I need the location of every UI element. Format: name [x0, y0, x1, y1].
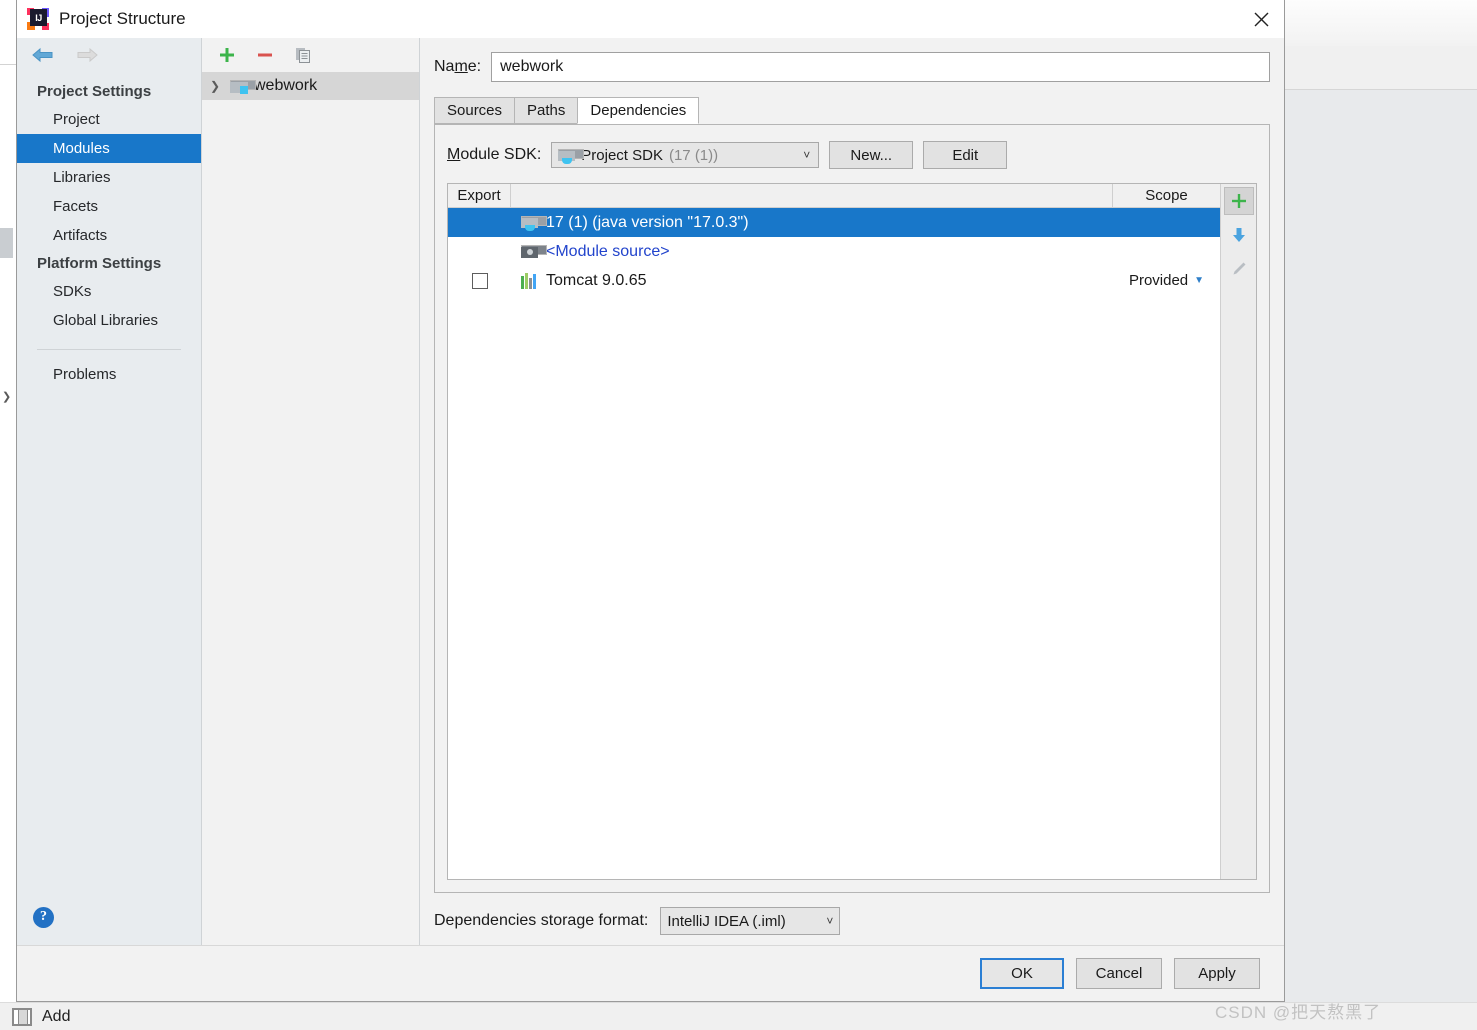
tree-node-label: webwork [254, 77, 318, 94]
module-tabs: Sources Paths Dependencies [434, 97, 1270, 125]
settings-sidebar: Project Settings Project Modules Librari… [17, 38, 202, 945]
module-sdk-row: Module SDK: Project SDK (17 (1)) ˅ New..… [435, 125, 1269, 183]
sidebar-item-project[interactable]: Project [17, 105, 201, 134]
module-source-icon [521, 244, 547, 259]
row-name-cell: 17 (1) (java version "17.0.3") [511, 214, 1113, 232]
module-sdk-label: Module SDK: [447, 146, 542, 163]
sidebar-divider [37, 349, 181, 350]
chevron-down-icon: ˅ [803, 148, 811, 162]
row-name-cell: Tomcat 9.0.65 [511, 272, 1113, 290]
modules-toolbar [202, 38, 419, 72]
dependencies-side-toolbar [1220, 184, 1256, 879]
tab-dependencies[interactable]: Dependencies [577, 97, 700, 124]
row-scope-label: Provided [1128, 272, 1189, 289]
storage-format-select[interactable]: IntelliJ IDEA (.iml) ˅ [660, 907, 841, 935]
edit-sdk-button[interactable]: Edit [923, 141, 1008, 169]
chevron-right-icon: ❯ [2, 391, 12, 403]
tree-node-webwork[interactable]: ❯ webwork [202, 72, 419, 100]
ok-button[interactable]: OK [980, 958, 1064, 989]
column-header-scope[interactable]: Scope [1113, 184, 1220, 207]
move-down-button[interactable] [1224, 221, 1254, 249]
sidebar-item-facets[interactable]: Facets [17, 192, 201, 221]
dependencies-panel: Module SDK: Project SDK (17 (1)) ˅ New..… [434, 125, 1270, 893]
backdrop-toolbar-strip [1285, 0, 1477, 46]
table-row[interactable]: <Module source> [448, 237, 1220, 266]
row-name-label: 17 (1) (java version "17.0.3") [546, 213, 749, 231]
add-dependency-button[interactable] [1223, 187, 1254, 215]
dialog-title: Project Structure [59, 9, 186, 28]
module-sdk-value: Project SDK [581, 146, 663, 164]
module-sdk-version: (17 (1)) [668, 146, 719, 164]
dialog-footer: OK Cancel Apply [17, 945, 1284, 1001]
plus-icon[interactable] [216, 44, 238, 66]
dependencies-table-header: Export Scope [448, 184, 1220, 208]
project-structure-dialog: IJ Project Structure Project Settings Pr… [16, 0, 1285, 1002]
dependencies-table: Export Scope 17 (1) (java version "17.0.… [447, 183, 1257, 880]
forward-arrow-icon [73, 45, 101, 65]
row-export-cell[interactable] [448, 272, 511, 289]
column-header-export[interactable]: Export [448, 184, 511, 207]
settings-tree: Project Settings Project Modules Librari… [17, 72, 201, 889]
dependencies-table-body: 17 (1) (java version "17.0.3") <Module s… [448, 208, 1220, 879]
row-scope-cell[interactable]: Provided ▼ [1113, 272, 1220, 289]
chevron-down-icon[interactable]: ▼ [1194, 275, 1204, 286]
dialog-title-bar: IJ Project Structure [17, 0, 1284, 38]
storage-format-row: Dependencies storage format: IntelliJ ID… [420, 893, 1284, 945]
sidebar-item-libraries[interactable]: Libraries [17, 163, 201, 192]
tab-paths[interactable]: Paths [514, 97, 579, 124]
sidebar-item-global-libraries[interactable]: Global Libraries [17, 306, 201, 335]
new-sdk-button[interactable]: New... [829, 141, 914, 169]
row-name-label: <Module source> [546, 242, 670, 260]
help-icon[interactable]: ? [33, 906, 54, 928]
storage-format-value: IntelliJ IDEA (.iml) [667, 912, 786, 930]
modules-tree-pane: ❯ webwork [202, 38, 420, 945]
apply-button[interactable]: Apply [1174, 958, 1260, 989]
module-folder-icon [230, 79, 256, 94]
sidebar-footer: ? [17, 889, 201, 945]
sidebar-item-problems[interactable]: Problems [17, 360, 201, 389]
tab-sources[interactable]: Sources [434, 97, 516, 124]
minus-icon[interactable] [254, 44, 276, 66]
sidebar-nav-bar [17, 38, 201, 72]
status-bar-label: Add [42, 1007, 71, 1025]
edit-button[interactable] [1224, 255, 1254, 283]
module-name-row: Name: [420, 38, 1284, 82]
chevron-down-icon: ˅ [826, 914, 834, 928]
table-row[interactable]: 17 (1) (java version "17.0.3") [448, 208, 1220, 237]
java-sdk-icon [521, 215, 547, 231]
cancel-button[interactable]: Cancel [1076, 958, 1162, 989]
column-header-name[interactable] [511, 184, 1113, 207]
modules-list: ❯ webwork [202, 72, 419, 945]
row-name-cell: <Module source> [511, 243, 1113, 261]
settings-group-title-project: Project Settings [37, 83, 152, 100]
copy-icon[interactable] [292, 44, 314, 66]
sidebar-item-sdks[interactable]: SDKs [17, 277, 201, 306]
export-checkbox[interactable] [471, 272, 488, 289]
backdrop-left-edge [0, 0, 16, 1002]
module-name-input[interactable] [491, 52, 1270, 82]
close-icon[interactable] [1238, 0, 1284, 38]
java-sdk-icon [558, 148, 585, 164]
backdrop-left-rule [0, 64, 16, 65]
module-sdk-select[interactable]: Project SDK (17 (1)) ˅ [551, 142, 820, 168]
library-icon [521, 272, 538, 289]
back-arrow-icon[interactable] [29, 45, 57, 65]
backdrop-left-tool-tab [0, 228, 13, 258]
window-glyph-icon [12, 1007, 32, 1026]
row-name-label: Tomcat 9.0.65 [546, 271, 647, 289]
sidebar-item-artifacts[interactable]: Artifacts [17, 221, 201, 250]
backdrop-secondary-strip [1285, 46, 1477, 90]
chevron-right-icon[interactable]: ❯ [210, 79, 224, 93]
module-name-label: Name: [434, 58, 482, 75]
sidebar-item-modules[interactable]: Modules [17, 134, 201, 163]
table-row[interactable]: Tomcat 9.0.65 Provided ▼ [448, 266, 1220, 295]
backdrop-editor-area [1285, 90, 1477, 1002]
module-editor-pane: Name: Sources Paths Dependencies Module … [420, 38, 1284, 945]
storage-format-label: Dependencies storage format: [434, 912, 649, 929]
settings-group-title-platform: Platform Settings [37, 255, 162, 272]
intellij-idea-icon: IJ [27, 8, 49, 30]
